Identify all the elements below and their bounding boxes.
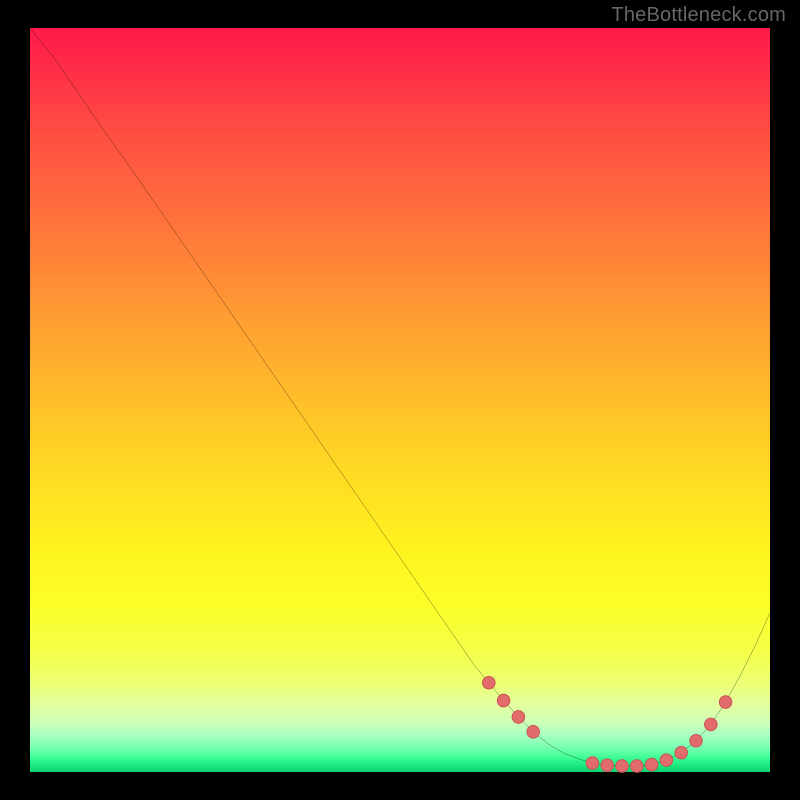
curve-marker xyxy=(631,760,644,773)
chart-frame: TheBottleneck.com xyxy=(0,0,800,800)
curve-marker xyxy=(645,758,658,771)
curve-marker xyxy=(497,694,510,707)
curve-marker xyxy=(512,711,525,724)
curve-marker xyxy=(690,734,703,747)
curve-marker xyxy=(719,696,732,709)
watermark-text: TheBottleneck.com xyxy=(611,4,786,27)
curve-marker xyxy=(616,760,629,773)
curve-markers xyxy=(483,676,732,772)
curve-marker xyxy=(586,757,599,770)
bottleneck-curve xyxy=(30,28,770,766)
curve-marker xyxy=(660,754,673,767)
plot-area xyxy=(30,28,770,772)
curve-marker xyxy=(705,718,718,731)
curve-marker xyxy=(675,746,688,759)
curve-layer xyxy=(30,28,770,772)
curve-marker xyxy=(601,759,614,772)
curve-marker xyxy=(527,726,540,739)
curve-marker xyxy=(483,676,496,689)
